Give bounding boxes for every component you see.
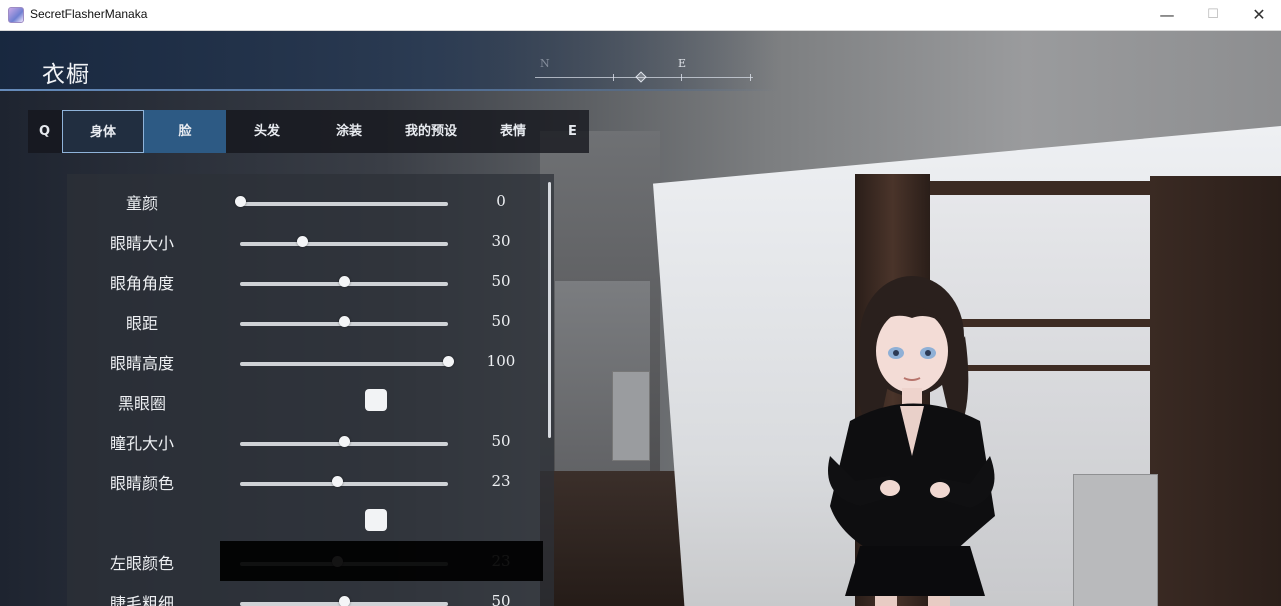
- window-titlebar: SecretFlasherManaka — ☐ ✕: [0, 0, 1281, 31]
- character-model: [828, 276, 995, 606]
- slider-thumb[interactable]: [296, 236, 308, 247]
- setting-value: 0: [496, 192, 506, 210]
- panel-scrollbar[interactable]: [548, 182, 551, 438]
- setting-value: 50: [491, 592, 511, 606]
- close-button[interactable]: ✕: [1236, 0, 1281, 31]
- tab-my-presets[interactable]: 我的预设: [390, 110, 472, 153]
- setting-value: 50: [491, 272, 511, 290]
- setting-row-eye-distance: 眼距 50: [67, 302, 554, 342]
- tab-next-key-e[interactable]: E: [556, 110, 589, 153]
- setting-row-eye-size: 眼睛大小 30: [67, 222, 554, 262]
- dark-circles-checkbox[interactable]: [365, 389, 387, 411]
- compass-tick: [750, 74, 751, 81]
- tab-expression[interactable]: 表情: [472, 110, 554, 153]
- slider-thumb[interactable]: [338, 316, 350, 327]
- app-icon: [8, 7, 24, 23]
- slider-track[interactable]: [240, 242, 448, 246]
- heterochromia-checkbox[interactable]: [365, 509, 387, 531]
- setting-row-eye-height: 眼睛高度 100: [67, 342, 554, 382]
- setting-row-baby-face: 童颜 0: [67, 182, 554, 222]
- minimize-button[interactable]: —: [1144, 0, 1190, 31]
- slider-track[interactable]: [240, 202, 448, 206]
- compass-tick: [681, 74, 682, 81]
- header-divider: [0, 89, 780, 91]
- tab-paint[interactable]: 涂装: [308, 110, 390, 153]
- setting-label: 左眼颜色: [109, 554, 174, 573]
- compass-tick: [613, 74, 614, 81]
- setting-value: 50: [491, 312, 511, 330]
- tab-prev-key-q[interactable]: Q: [28, 110, 61, 153]
- slider-track[interactable]: [240, 482, 448, 486]
- setting-row-eye-angle: 眼角角度 50: [67, 262, 554, 302]
- compass-north-label: N: [540, 57, 550, 70]
- compass-east-label: E: [678, 57, 687, 70]
- setting-label: 眼睛大小: [109, 234, 174, 253]
- setting-value: 30: [491, 232, 511, 250]
- setting-label: 眼睛高度: [109, 354, 174, 373]
- setting-row-eyelash-thickness: 睫毛粗细 50: [67, 582, 554, 606]
- scene-fridge: [612, 371, 650, 461]
- setting-label: 瞳孔大小: [109, 434, 174, 453]
- tab-face[interactable]: 脸: [144, 110, 226, 153]
- setting-label: 眼距: [125, 314, 158, 333]
- maximize-button[interactable]: ☐: [1190, 0, 1236, 31]
- setting-label: 眼角角度: [109, 274, 174, 293]
- page-title: 衣橱: [42, 62, 90, 88]
- setting-value: 23: [491, 472, 511, 490]
- setting-row-pupil-size: 瞳孔大小 50: [67, 422, 554, 462]
- setting-row-eye-color: 眼睛颜色 23: [67, 462, 554, 502]
- setting-value: 50: [491, 432, 511, 450]
- category-tabbar: Q 身体 脸 头发 涂装 我的预设 表情 E: [28, 110, 589, 153]
- slider-thumb[interactable]: [338, 596, 350, 606]
- setting-value: 100: [486, 352, 516, 370]
- tab-body[interactable]: 身体: [62, 110, 144, 153]
- slider-track[interactable]: [240, 362, 448, 366]
- setting-label: 黑眼圈: [117, 394, 166, 413]
- slider-thumb[interactable]: [338, 276, 350, 287]
- window-title: SecretFlasherManaka: [30, 7, 148, 21]
- setting-row-dark-circles: 黑眼圈: [67, 382, 554, 422]
- setting-row-heterochromia: [67, 502, 554, 542]
- compass-player-marker-icon: [635, 71, 647, 83]
- slider-thumb[interactable]: [234, 196, 246, 207]
- scene-box: [1073, 474, 1158, 606]
- slider-thumb[interactable]: [442, 356, 454, 367]
- setting-label: 眼睛颜色: [109, 474, 174, 493]
- disabled-overlay: [220, 541, 543, 581]
- setting-label: 童颜: [125, 194, 158, 213]
- compass: N E: [535, 57, 755, 87]
- tab-hair[interactable]: 头发: [226, 110, 308, 153]
- setting-label: 睫毛粗细: [109, 594, 174, 606]
- slider-thumb[interactable]: [338, 436, 350, 447]
- scene-cabinet: [1150, 176, 1281, 606]
